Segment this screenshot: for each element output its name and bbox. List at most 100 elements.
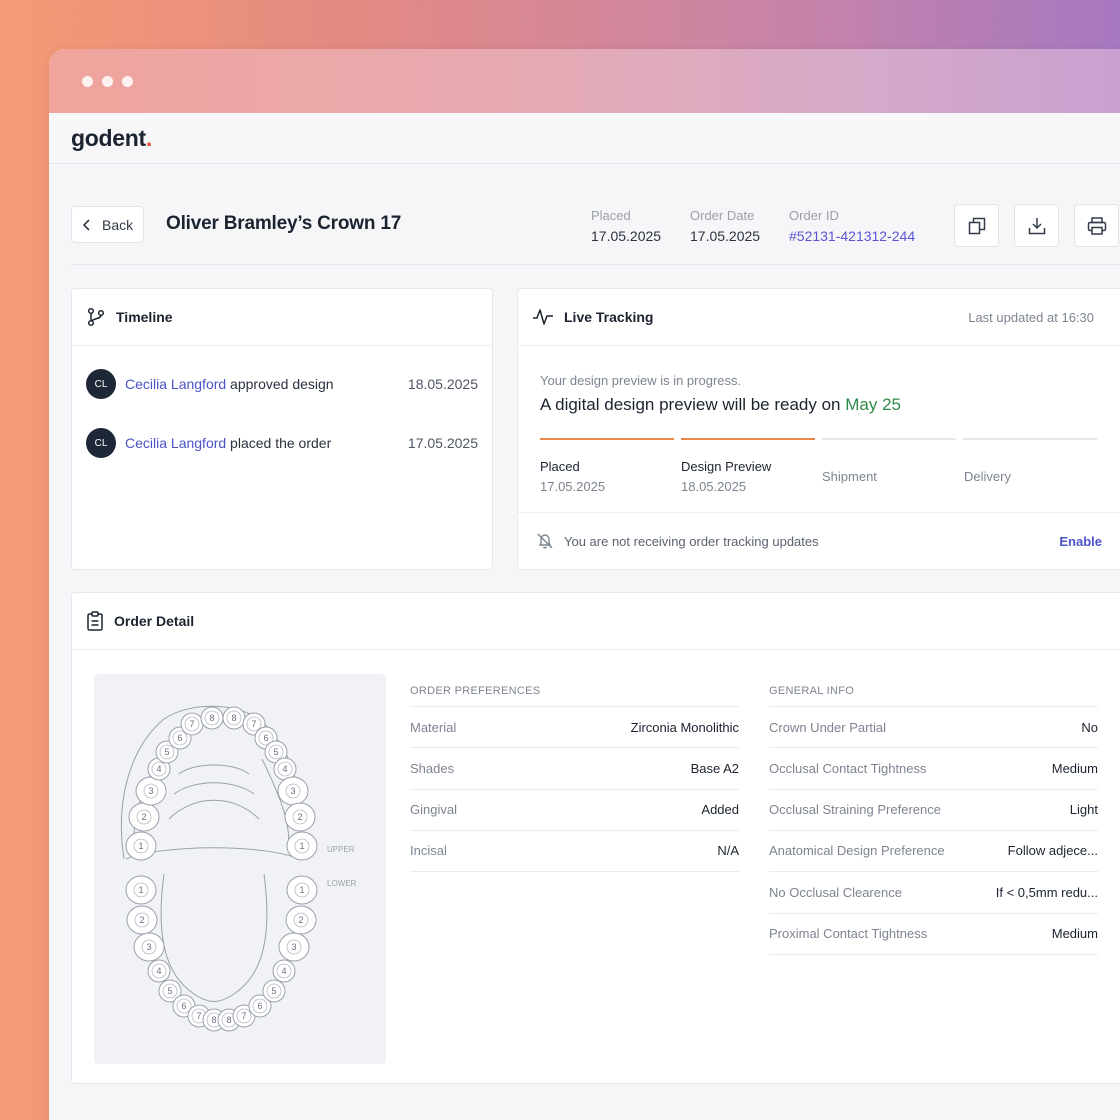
- step-progress-bar: [822, 438, 956, 440]
- back-label: Back: [102, 216, 134, 233]
- tracking-subtitle: Your design preview is in progress.: [540, 373, 742, 388]
- back-button[interactable]: Back: [71, 206, 144, 243]
- detail-key: Proximal Contact Tightness: [769, 926, 928, 941]
- chevron-left-icon: [82, 218, 90, 231]
- last-updated: Last updated at 16:30: [968, 309, 1094, 325]
- window-dot-icon[interactable]: [102, 76, 113, 87]
- detail-key: Shades: [410, 760, 455, 776]
- tracking-message: A digital design preview will be ready o…: [540, 395, 901, 415]
- user-link[interactable]: Cecilia Langford: [125, 376, 226, 392]
- tooth-number: 2: [298, 915, 303, 925]
- tooth[interactable]: 2: [128, 802, 160, 832]
- detail-key: Material: [410, 719, 457, 735]
- detail-key: Gingival: [410, 802, 457, 818]
- tooth-number: 1: [138, 885, 143, 895]
- order-id-link[interactable]: #52131-421312-244: [789, 228, 915, 244]
- step-progress-bar: [681, 438, 815, 440]
- tooth-number: 6: [181, 1001, 186, 1011]
- download-button[interactable]: [1014, 204, 1059, 247]
- general-info-title: GENERAL INFO: [769, 685, 855, 697]
- step-date: 18.05.2025: [681, 479, 747, 494]
- step-date: 17.05.2025: [540, 479, 606, 494]
- tooth-number: 7: [241, 1011, 246, 1021]
- tooth[interactable]: 8: [200, 706, 224, 730]
- detail-row: Gingival Added: [410, 788, 739, 830]
- meta-label: Placed: [591, 208, 631, 223]
- clipboard-icon: [87, 611, 103, 631]
- timeline-item: CL Cecilia Langford placed the order 17.…: [86, 428, 478, 458]
- palate-line: [168, 799, 260, 820]
- copy-button[interactable]: [954, 204, 999, 247]
- detail-value: No: [1081, 719, 1098, 735]
- tooth-number: 5: [164, 747, 169, 757]
- timeline-text: Cecilia Langford approved design: [125, 376, 334, 392]
- tooth[interactable]: 4: [272, 959, 296, 983]
- tooth-number: 2: [141, 812, 146, 822]
- step-progress-bar: [963, 438, 1097, 440]
- detail-value: N/A: [717, 843, 739, 859]
- user-link[interactable]: Cecilia Langford: [125, 435, 226, 451]
- detail-value: Zirconia Monolithic: [630, 719, 739, 735]
- live-tracking-title: Live Tracking: [564, 309, 654, 325]
- detail-row: Proximal Contact Tightness Medium: [769, 912, 1098, 954]
- tooth[interactable]: 1: [286, 831, 318, 861]
- tooth-number: 4: [281, 966, 286, 976]
- tracking-notice: You are not receiving order tracking upd…: [518, 512, 1120, 569]
- timeline-header: Timeline: [72, 289, 492, 346]
- tooth[interactable]: 3: [135, 776, 167, 806]
- logo-dot: .: [145, 125, 152, 151]
- tooth[interactable]: 1: [125, 875, 157, 905]
- download-icon: [1028, 217, 1045, 234]
- upper-label: UPPER: [327, 845, 355, 854]
- detail-row: Material Zirconia Monolithic: [410, 706, 739, 747]
- tracking-message-text: A digital design preview will be ready o…: [540, 395, 846, 414]
- logo[interactable]: godent.: [71, 125, 152, 152]
- tooth-number: 1: [299, 841, 304, 851]
- timeline-card: Timeline CL Cecilia Langford approved de…: [71, 288, 493, 570]
- tooth[interactable]: 7: [180, 712, 204, 736]
- tooth[interactable]: 5: [262, 979, 286, 1003]
- window-dot-icon[interactable]: [82, 76, 93, 87]
- page-title: Oliver Bramley’s Crown 17: [166, 213, 402, 234]
- row-divider: [410, 871, 739, 873]
- step-label: Shipment: [822, 469, 877, 484]
- tooth[interactable]: 4: [147, 959, 171, 983]
- bell-off-icon: [537, 533, 553, 549]
- tooth-number: 6: [177, 733, 182, 743]
- tooth[interactable]: 2: [285, 905, 317, 935]
- detail-row: No Occlusal Clearence If < 0,5mm redu...: [769, 871, 1098, 912]
- detail-row: Crown Under Partial No: [769, 706, 1098, 747]
- meta-value: 17.05.2025: [690, 228, 761, 244]
- lower-label: LOWER: [327, 879, 357, 888]
- tooth[interactable]: 1: [125, 831, 157, 861]
- tooth-number: 8: [226, 1015, 231, 1025]
- detail-value: Light: [1069, 802, 1098, 818]
- tooth[interactable]: 2: [126, 905, 158, 935]
- order-detail-card: Order Detail 1234567887654321 1234567887…: [71, 592, 1120, 1084]
- order-header: Back Oliver Bramley’s Crown 17 Placed 17…: [71, 204, 1120, 266]
- tooth[interactable]: 2: [284, 802, 316, 832]
- tooth-number: 1: [138, 841, 143, 851]
- tooth[interactable]: 3: [277, 776, 309, 806]
- window-dot-icon[interactable]: [122, 76, 133, 87]
- avatar: CL: [86, 428, 116, 458]
- tooth[interactable]: 3: [133, 932, 165, 962]
- tooth-number: 4: [282, 764, 287, 774]
- tooth-number: 3: [290, 786, 295, 796]
- meta-value: 17.05.2025: [591, 228, 662, 244]
- ready-date: May 25: [845, 395, 901, 414]
- lower-teeth: 1234567 8 8 7654321: [125, 875, 318, 1032]
- tooth[interactable]: 1: [286, 875, 318, 905]
- activity-icon: [533, 309, 553, 325]
- enable-button[interactable]: Enable: [1059, 534, 1102, 549]
- detail-row: Incisal N/A: [410, 829, 739, 871]
- tooth[interactable]: 3: [278, 932, 310, 962]
- preferences-title: ORDER PREFERENCES: [410, 685, 541, 697]
- timeline-item: CL Cecilia Langford approved design 18.0…: [86, 369, 478, 399]
- detail-value: Added: [701, 802, 739, 818]
- detail-value: If < 0,5mm redu...: [995, 884, 1098, 900]
- print-button[interactable]: [1074, 204, 1119, 247]
- notice-text: You are not receiving order tracking upd…: [564, 533, 819, 549]
- tooth[interactable]: 8: [222, 706, 246, 730]
- step-label: Delivery: [964, 469, 1011, 484]
